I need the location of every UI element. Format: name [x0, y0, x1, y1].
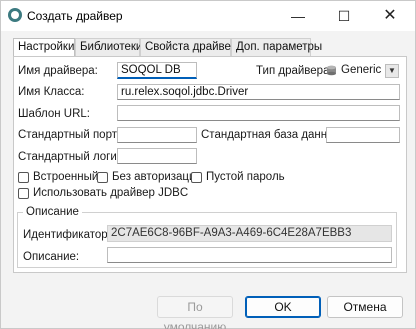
ok-button[interactable]: OK	[245, 296, 321, 318]
restore-defaults-button[interactable]: По умолчанию	[157, 296, 233, 329]
tab-libraries[interactable]: Библиотеки	[75, 38, 142, 57]
window-title: Создать драйвер	[27, 9, 123, 23]
close-button[interactable]: ✕	[367, 1, 413, 31]
tab-settings[interactable]: Настройки	[13, 38, 75, 58]
use-jdbc-label: Использовать драйвер JDBC	[33, 187, 189, 199]
tab-extra-params[interactable]: Доп. параметры	[231, 38, 322, 57]
create-driver-dialog: Создать драйвер — ☐ ✕ Настройки Библиоте…	[0, 0, 416, 329]
empty-password-label: Пустой пароль	[206, 171, 285, 183]
driver-type-label: Тип драйвера:	[256, 65, 333, 77]
description-group-title: Описание	[23, 206, 82, 218]
description-input[interactable]	[107, 247, 392, 263]
chevron-down-icon[interactable]: ▼	[385, 64, 399, 78]
url-template-label: Шаблон URL:	[18, 108, 90, 120]
default-login-label: Стандартный логин:	[18, 151, 127, 163]
identifier-field: 2C7AE6C8-96BF-A9A3-A469-6C4E28A7EBB3	[107, 225, 392, 242]
embedded-label: Встроенный	[33, 171, 99, 183]
driver-type-dropdown[interactable]: Generic ▼	[326, 63, 400, 80]
minimize-button[interactable]: —	[275, 1, 321, 31]
tab-driver-properties[interactable]: Свойста драйвера	[140, 38, 244, 57]
class-name-input[interactable]: ru.relex.soqol.jdbc.Driver	[117, 84, 400, 100]
default-database-label: Стандартная база данных:	[201, 129, 345, 141]
driver-type-value: Generic	[341, 64, 382, 76]
title-bar: Создать драйвер — ☐ ✕	[1, 1, 415, 31]
description-label: Описание:	[23, 251, 80, 263]
checkbox-box[interactable]	[191, 172, 202, 183]
driver-name-label: Имя драйвера:	[18, 65, 98, 77]
class-name-label: Имя Класса:	[18, 86, 85, 98]
cancel-button[interactable]: Отмена	[327, 296, 403, 318]
driver-name-input[interactable]: SOQOL DB	[117, 62, 197, 79]
app-icon	[8, 8, 22, 22]
use-jdbc-checkbox[interactable]: Использовать драйвер JDBC	[18, 187, 188, 201]
checkbox-box[interactable]	[97, 172, 108, 183]
empty-password-checkbox[interactable]: Пустой пароль	[191, 171, 286, 185]
database-icon	[327, 65, 336, 76]
no-auth-label: Без авторизации	[112, 171, 202, 183]
embedded-checkbox[interactable]: Встроенный	[18, 171, 98, 185]
url-template-input[interactable]	[117, 105, 400, 121]
maximize-button[interactable]: ☐	[321, 1, 367, 31]
default-port-label: Стандартный порт:	[18, 129, 121, 141]
no-auth-checkbox[interactable]: Без авторизации	[97, 171, 202, 185]
default-login-input[interactable]	[117, 148, 197, 164]
default-port-input[interactable]	[117, 127, 197, 143]
checkbox-box[interactable]	[18, 188, 29, 199]
default-database-input[interactable]	[326, 127, 400, 143]
checkbox-box[interactable]	[18, 172, 29, 183]
identifier-label: Идентификатор:	[23, 229, 111, 241]
